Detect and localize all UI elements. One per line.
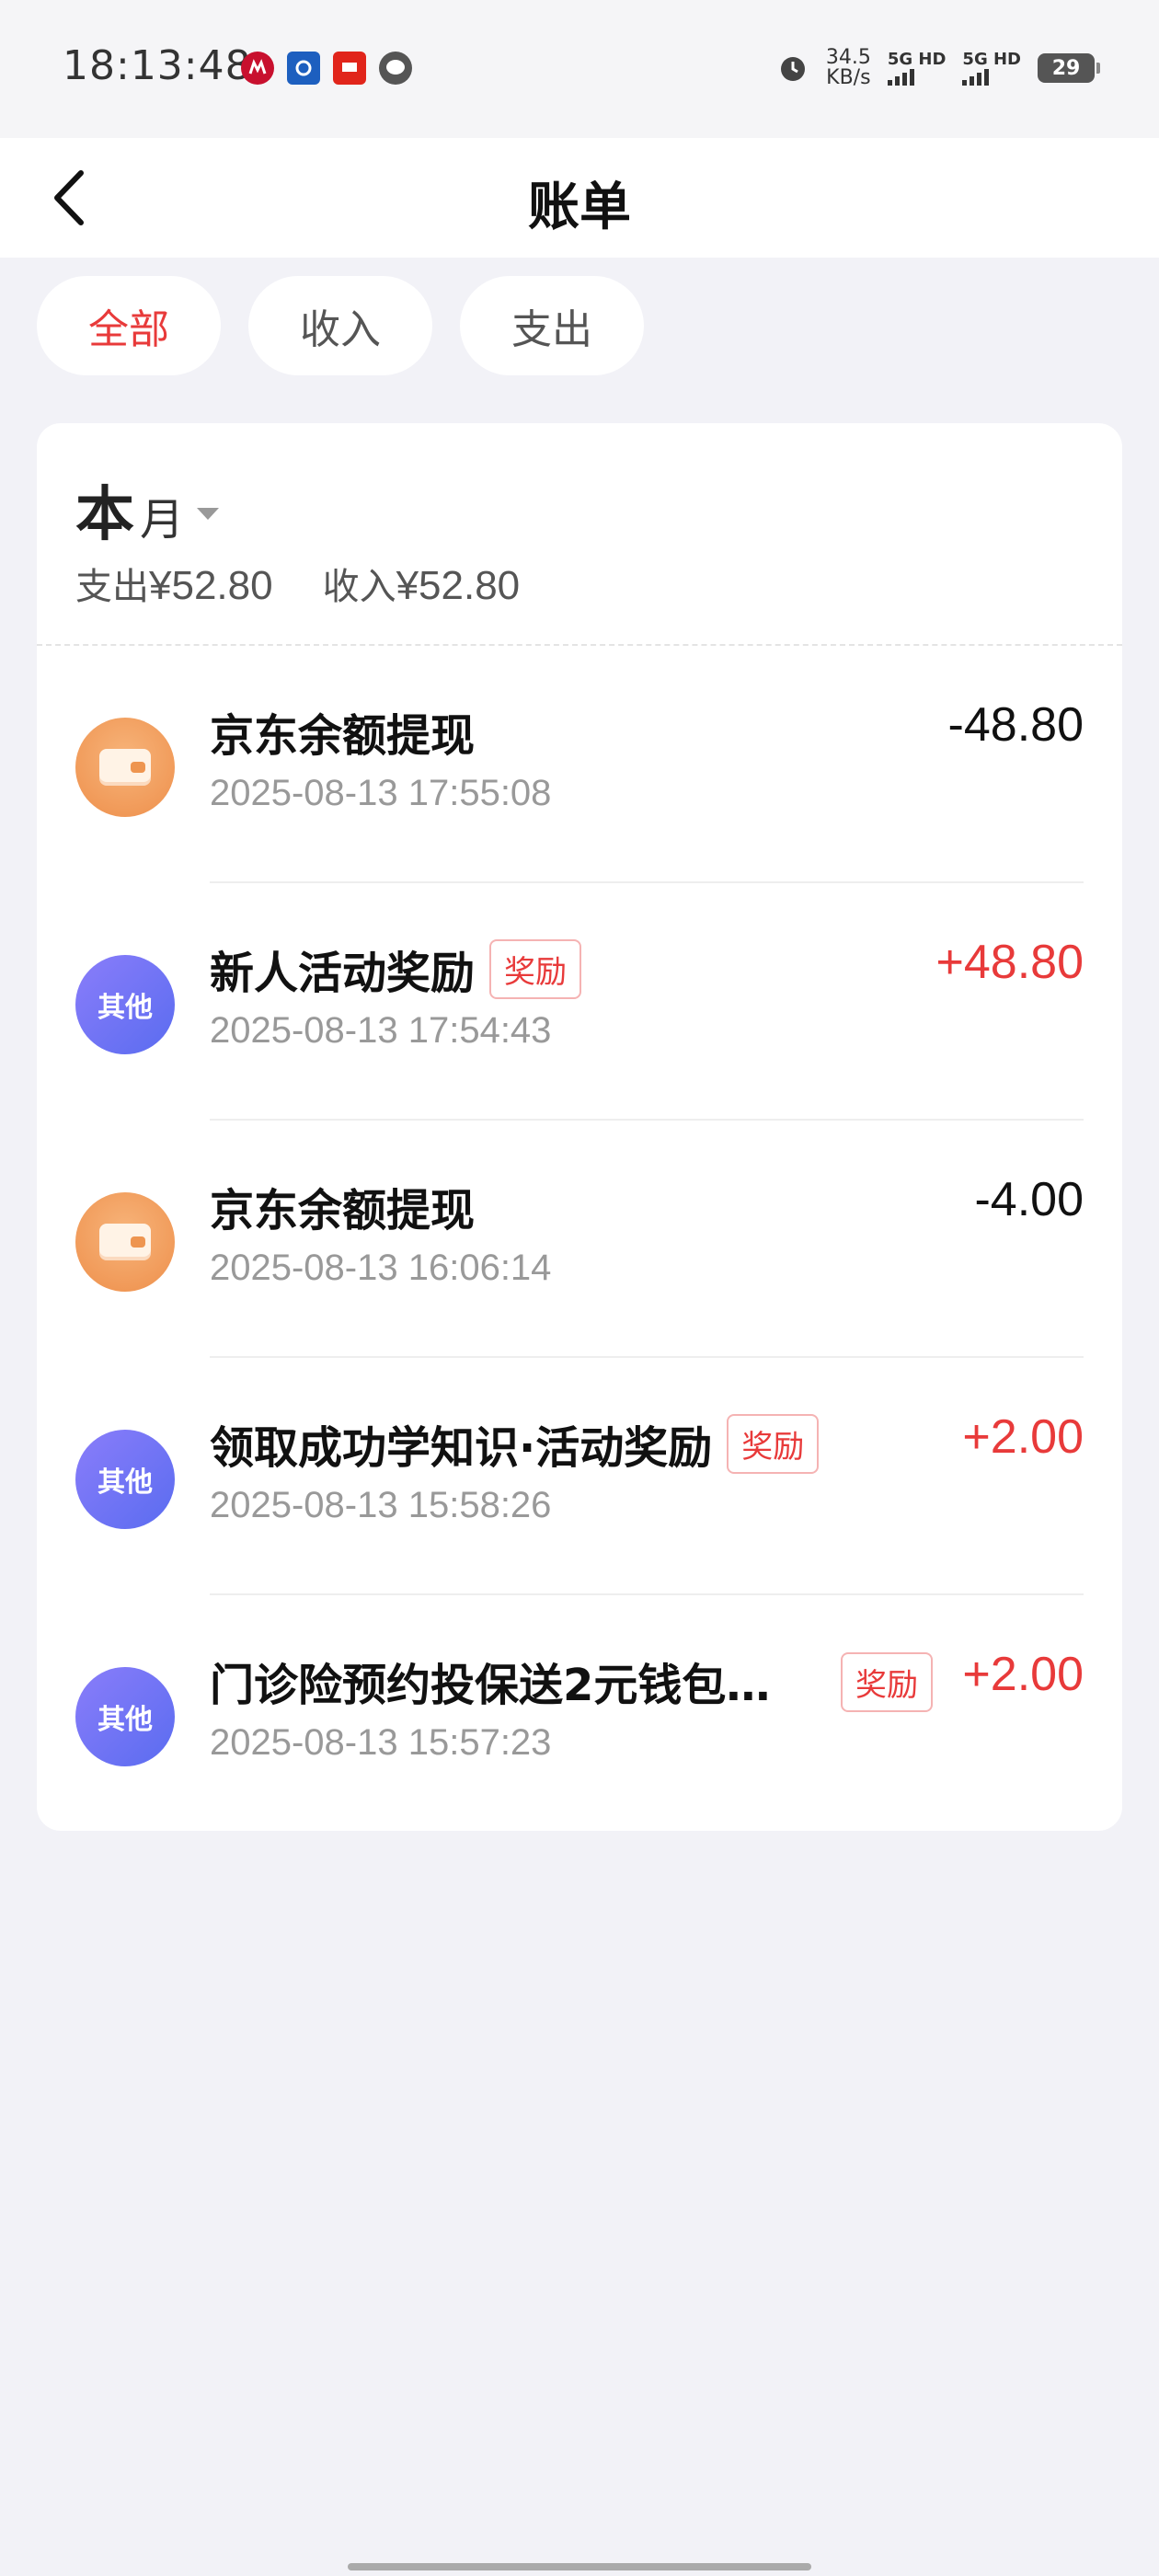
transaction-title: 领取成功学知识·活动奖励 bbox=[210, 1422, 713, 1474]
battery-level: 29 bbox=[1051, 56, 1081, 80]
transaction-time: 2025-08-13 17:55:08 bbox=[210, 773, 552, 813]
signal-1-label: 5G HD bbox=[887, 50, 947, 69]
reward-badge: 奖励 bbox=[489, 938, 582, 999]
transaction-title-row: 领取成功学知识·活动奖励 奖励 bbox=[210, 1411, 820, 1476]
transaction-list: 京东余额提现 2025-08-13 17:55:08 -48.80 其他 新人活… bbox=[37, 646, 1122, 1831]
status-app-icons bbox=[241, 52, 412, 85]
month-big-label: 本 bbox=[75, 481, 134, 549]
month-selector[interactable]: 本 月 bbox=[75, 467, 220, 552]
month-small-label: 月 bbox=[140, 494, 185, 546]
status-time: 18:13:48 bbox=[63, 42, 252, 89]
transaction-title: 京东余额提现 bbox=[210, 710, 476, 762]
ccb-icon bbox=[287, 52, 320, 85]
home-indicator[interactable] bbox=[348, 2563, 811, 2570]
transaction-title-row: 门诊险预约投保送2元钱包… bbox=[210, 1649, 1084, 1713]
transaction-item[interactable]: 其他 门诊险预约投保送2元钱包… 奖励 2025-08-13 15:57:23 … bbox=[37, 1595, 1122, 1831]
transaction-amount: +2.00 bbox=[962, 1648, 1084, 1701]
tab-income[interactable]: 收入 bbox=[248, 276, 432, 375]
tab-expense[interactable]: 支出 bbox=[460, 276, 644, 375]
transaction-amount: +48.80 bbox=[935, 936, 1084, 989]
income-value: ¥52.80 bbox=[396, 563, 521, 608]
transaction-time: 2025-08-13 17:54:43 bbox=[210, 1010, 552, 1051]
wallet-icon bbox=[75, 718, 175, 817]
other-category-icon: 其他 bbox=[75, 955, 175, 1054]
transaction-title: 门诊险预约投保送2元钱包… bbox=[210, 1660, 771, 1711]
filter-tabs: 全部 收入 支出 bbox=[37, 276, 644, 375]
expense-label: 支出 bbox=[75, 566, 149, 608]
transaction-item[interactable]: 其他 领取成功学知识·活动奖励 奖励 2025-08-13 15:58:26 +… bbox=[37, 1358, 1122, 1595]
transaction-item[interactable]: 其他 新人活动奖励 奖励 2025-08-13 17:54:43 +48.80 bbox=[37, 883, 1122, 1121]
speed-unit: KB/s bbox=[826, 66, 871, 89]
battery-icon: 29 bbox=[1038, 53, 1100, 83]
page-title: 账单 bbox=[528, 178, 631, 237]
caret-down-icon bbox=[197, 507, 220, 520]
other-category-icon: 其他 bbox=[75, 1430, 175, 1529]
reward-badge: 奖励 bbox=[727, 1413, 820, 1474]
transaction-time: 2025-08-13 15:57:23 bbox=[210, 1722, 552, 1763]
status-bar: 18:13:48 34.5 KB/s 5G HD 5G HD 29 bbox=[0, 0, 1159, 138]
tab-all[interactable]: 全部 bbox=[37, 276, 221, 375]
transaction-title-row: 京东余额提现 bbox=[210, 699, 475, 764]
signal-1: 5G HD bbox=[887, 50, 947, 86]
income-summary: 收入¥52.80 bbox=[323, 557, 521, 610]
income-label: 收入 bbox=[322, 566, 396, 608]
other-category-icon: 其他 bbox=[75, 1667, 175, 1766]
transaction-title: 新人活动奖励 bbox=[210, 948, 476, 999]
transaction-time: 2025-08-13 16:06:14 bbox=[210, 1248, 552, 1288]
app-header: 账单 bbox=[0, 138, 1159, 258]
bill-card: 本 月 支出¥52.80 收入¥52.80 京东余额提现 2025-08-13 … bbox=[37, 423, 1122, 1831]
alarm-icon bbox=[780, 57, 805, 81]
speed-value: 34.5 bbox=[825, 46, 871, 69]
transaction-item[interactable]: 京东余额提现 2025-08-13 17:55:08 -48.80 bbox=[37, 646, 1122, 883]
signal-bars-icon bbox=[887, 69, 947, 86]
signal-2: 5G HD bbox=[962, 51, 1021, 86]
transaction-amount: -48.80 bbox=[947, 698, 1084, 752]
signal-2-label: 5G HD bbox=[962, 50, 1021, 69]
expense-value: ¥52.80 bbox=[149, 563, 273, 608]
transaction-amount: +2.00 bbox=[962, 1410, 1084, 1464]
cmb-icon bbox=[241, 52, 274, 85]
status-indicators: 34.5 KB/s 5G HD 5G HD 29 bbox=[776, 48, 1100, 88]
signal-bars-icon bbox=[962, 69, 1021, 86]
transaction-title: 京东余额提现 bbox=[210, 1185, 476, 1236]
transaction-title-row: 京东余额提现 bbox=[210, 1174, 475, 1238]
wallet-icon bbox=[75, 1192, 175, 1292]
expense-summary: 支出¥52.80 bbox=[75, 557, 273, 610]
transaction-time: 2025-08-13 15:58:26 bbox=[210, 1485, 552, 1525]
network-speed: 34.5 KB/s bbox=[826, 48, 871, 88]
jd-app-icon bbox=[333, 52, 366, 85]
reward-badge: 奖励 bbox=[841, 1652, 933, 1712]
message-icon bbox=[379, 52, 412, 85]
month-summary: 支出¥52.80 收入¥52.80 bbox=[75, 557, 520, 610]
transaction-title-row: 新人活动奖励 奖励 bbox=[210, 937, 582, 1001]
transaction-item[interactable]: 京东余额提现 2025-08-13 16:06:14 -4.00 bbox=[37, 1121, 1122, 1358]
transaction-amount: -4.00 bbox=[974, 1173, 1084, 1226]
